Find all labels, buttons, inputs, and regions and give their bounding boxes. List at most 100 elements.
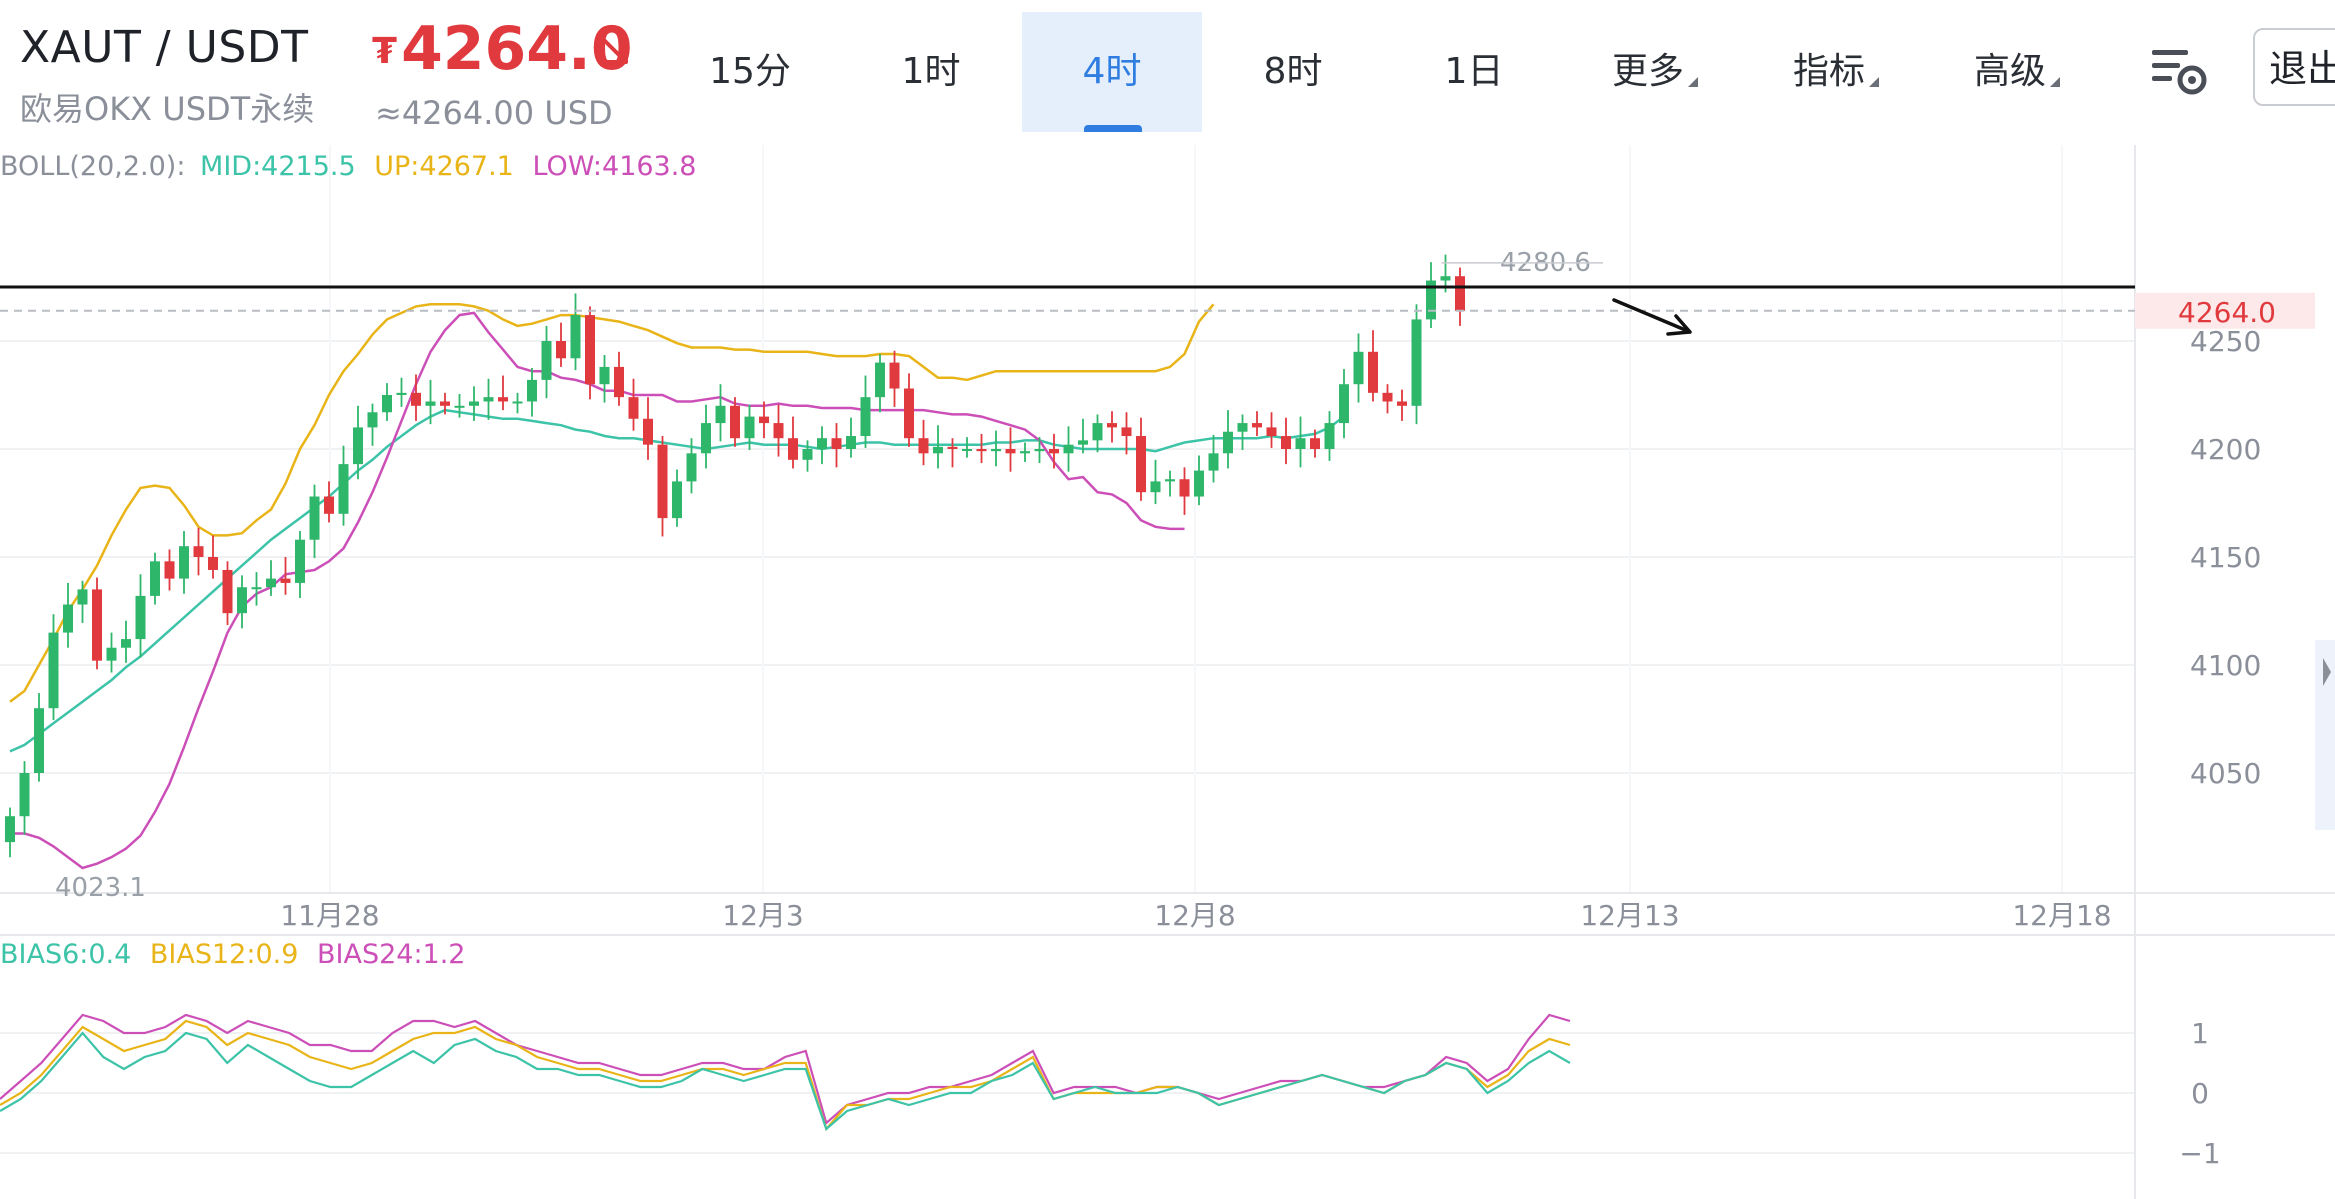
x-tick-label: 11月28 [280, 899, 379, 932]
chart-grid [0, 145, 2135, 1154]
exit-button[interactable]: 退出 [2253, 28, 2335, 106]
candle-body [34, 708, 44, 773]
candle-body [570, 315, 581, 359]
candle-body [440, 401, 450, 406]
candle-body [193, 546, 204, 557]
candle-body [396, 392, 407, 395]
tab-label: 指标 [1792, 51, 1865, 92]
candle-body [976, 449, 987, 452]
candle-body [1020, 451, 1030, 454]
tab-5[interactable]: 1日 [1384, 12, 1564, 132]
candle-body [1237, 423, 1248, 432]
tab-1[interactable]: 15分 [660, 12, 840, 132]
candle-body [1150, 481, 1161, 493]
candle-body [1034, 449, 1045, 452]
candle-body [179, 546, 189, 579]
candle-body [889, 362, 900, 389]
down-arrow-icon [598, 34, 628, 64]
y-tick-label: 4250 [2190, 325, 2261, 358]
candle-body [527, 379, 537, 402]
bias6-line [0, 1031, 1571, 1131]
candle-body [5, 816, 15, 843]
chart-settings-icon[interactable] [2150, 46, 2208, 96]
bias12-line [0, 1019, 1571, 1132]
candle-body [701, 423, 711, 454]
candle-body [904, 388, 914, 439]
tab-6[interactable]: 更多 [1565, 12, 1745, 132]
candle-body [411, 392, 421, 406]
candle-body [1266, 427, 1277, 437]
candle-body [672, 481, 682, 519]
candle-body [77, 589, 88, 605]
candle-body [483, 397, 494, 402]
candle-body [875, 362, 885, 398]
candle-body [222, 569, 233, 614]
dropdown-corner-icon [2050, 77, 2060, 87]
y-tick-label: 4100 [2190, 649, 2261, 682]
candle-body [556, 341, 566, 359]
boll-upper-line [9, 303, 1215, 703]
candle-body [1223, 431, 1233, 454]
x-tick-label: 12月18 [2012, 899, 2111, 932]
candle-body [1455, 276, 1465, 311]
candle-body [367, 412, 378, 428]
candle-body [1107, 423, 1117, 428]
tab-4[interactable]: 8时 [1203, 12, 1383, 132]
candle-body [1092, 423, 1103, 441]
candle-body [280, 578, 291, 583]
candle-body [759, 416, 769, 424]
candle-body [63, 604, 73, 633]
candle-body [643, 418, 653, 445]
candle-body [1194, 470, 1204, 497]
candle-body [1339, 384, 1349, 424]
candle-body [237, 587, 247, 614]
scroll-right-icon[interactable] [2315, 640, 2335, 830]
candle-body [121, 639, 131, 648]
tab-8[interactable]: 高级 [1927, 12, 2107, 132]
bias-tick-label: 1 [2191, 1017, 2209, 1050]
candle-body [1005, 449, 1016, 454]
bias-legend: BIAS6:0.4 BIAS12:0.9 BIAS24:1.2 [0, 939, 466, 970]
candle-body [933, 446, 943, 454]
candle-body [585, 315, 595, 385]
tab-2[interactable]: 1时 [841, 12, 1021, 132]
candle-body [686, 453, 697, 482]
candle-body [614, 366, 624, 398]
candle-body [541, 341, 552, 380]
candle-body [628, 397, 639, 419]
candle-body [19, 773, 30, 817]
boll-lower-line [10, 311, 1185, 870]
tab-3[interactable]: 4时 [1022, 12, 1202, 132]
exchange-subtitle: 欧易OKX USDT永续 [20, 90, 315, 128]
boll-legend: BOLL(20,2.0): MID:4215.5 UP:4267.1 LOW:4… [0, 151, 697, 182]
dropdown-corner-icon [1688, 77, 1698, 87]
candle-body [1368, 351, 1378, 393]
usdt-currency-icon: ₮ [372, 31, 398, 72]
y-tick-label: 4050 [2190, 757, 2261, 790]
candle-body [266, 578, 276, 588]
tab-label: 更多 [1611, 51, 1684, 92]
candle-body [309, 496, 320, 540]
candle-body [338, 464, 349, 514]
candle-body [1382, 392, 1393, 402]
tab-7[interactable]: 指标 [1746, 12, 1926, 132]
candle-body [599, 366, 610, 385]
candle-body [657, 444, 668, 519]
candle-body [860, 397, 871, 437]
candle-body [1121, 427, 1132, 437]
candle-body [846, 436, 856, 449]
candle-body [512, 401, 523, 404]
pair-title: XAUT / USDT [20, 22, 309, 73]
candle-body [106, 647, 117, 661]
candle-body [773, 423, 784, 439]
candlestick-chart[interactable]: 4050 4100 4150 4200 4250 11月28 12月3 12月8 12月13 12… [0, 0, 2335, 1199]
candle-body [353, 427, 363, 465]
candle-body [1411, 319, 1422, 406]
candle-body [802, 449, 813, 460]
last-price-tag: 4264.0 [2178, 296, 2276, 329]
candle-body [1136, 436, 1146, 493]
candle-body [947, 446, 958, 449]
candle-body [1324, 423, 1335, 449]
annotation-arrow-icon [1612, 298, 1692, 336]
candle-body [1397, 401, 1407, 406]
